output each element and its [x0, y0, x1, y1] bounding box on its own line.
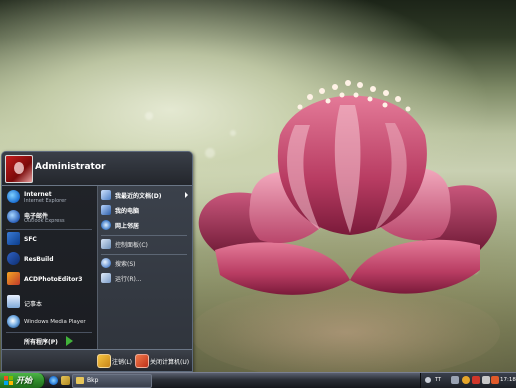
logoff-button[interactable]: 注销(L): [97, 354, 133, 368]
program-subtitle: Outlook Express: [24, 218, 65, 224]
program-item-sfc[interactable]: SFC: [5, 230, 95, 250]
logoff-key-icon: [97, 354, 111, 368]
program-item-email[interactable]: 电子邮件 Outlook Express: [5, 208, 95, 228]
program-label: ResBuild: [24, 256, 54, 263]
shutdown-label: 关闭计算机(U): [150, 359, 190, 366]
tray-app-icon[interactable]: [462, 376, 470, 384]
start-menu-header: Administrator: [2, 152, 192, 186]
show-hidden-icons-button[interactable]: [425, 377, 431, 383]
folder-icon: [76, 377, 84, 384]
place-label: 我的电脑: [115, 208, 140, 215]
language-indicator[interactable]: TT: [435, 377, 441, 383]
control-panel-icon: [101, 239, 111, 249]
place-label: 网上邻居: [115, 223, 140, 230]
taskbar-button-bkp[interactable]: Bkp: [72, 374, 152, 388]
place-label: 我最近的文档(D): [115, 193, 162, 200]
program-item-notepad[interactable]: 记事本: [5, 293, 95, 313]
program-item-media-player[interactable]: Windows Media Player: [5, 313, 95, 333]
program-title: Internet: [24, 191, 52, 198]
taskbar-button-label: Bkp: [87, 377, 99, 384]
outlook-express-icon: [7, 210, 20, 223]
place-label: 搜索(S): [115, 261, 136, 268]
place-control-panel[interactable]: 控制面板(C): [101, 238, 191, 251]
menu-separator: [101, 254, 187, 255]
all-programs-button[interactable]: 所有程序(P): [6, 334, 94, 348]
notepad-icon: [7, 295, 20, 308]
run-icon: [101, 273, 111, 283]
menu-separator: [101, 235, 187, 236]
clock[interactable]: 17:18: [500, 377, 516, 383]
start-menu: Administrator Internet Internet Explorer…: [1, 151, 193, 372]
place-label: 控制面板(C): [115, 242, 148, 249]
username: Administrator: [35, 162, 106, 172]
media-player-icon: [7, 315, 20, 328]
tray-app-icon[interactable]: [472, 376, 480, 384]
logoff-label: 注销(L): [112, 359, 133, 366]
place-recent-documents[interactable]: 我最近的文档(D): [101, 189, 191, 202]
internet-explorer-icon: [7, 190, 20, 203]
tray-app-icon[interactable]: [451, 376, 459, 384]
all-programs-label: 所有程序(P): [24, 339, 58, 346]
arrow-right-icon: [66, 336, 73, 346]
bokeh-light: [145, 112, 153, 120]
program-label: SFC: [24, 236, 37, 243]
taskbar: 开始 Bkp TT 17:18: [0, 372, 516, 388]
start-label: 开始: [16, 376, 32, 385]
place-network[interactable]: 网上邻居: [101, 219, 191, 232]
program-item-internet[interactable]: Internet Internet Explorer: [5, 188, 95, 208]
windows-flag-icon: [4, 376, 13, 385]
my-computer-icon: [101, 205, 111, 215]
start-menu-footer: 注销(L) 关闭计算机(U): [2, 349, 192, 371]
search-icon: [101, 258, 111, 268]
tray-app-icon[interactable]: [491, 376, 499, 384]
lotus-flower-image: [198, 80, 497, 295]
quick-launch-ie-icon[interactable]: [49, 376, 58, 385]
place-search[interactable]: 搜索(S): [101, 257, 191, 270]
sfc-icon: [7, 232, 20, 245]
acdphotoeditor-icon: [7, 272, 20, 285]
menu-separator: [6, 332, 92, 333]
shutdown-button[interactable]: 关闭计算机(U): [135, 354, 191, 368]
tray-app-icon[interactable]: [482, 376, 490, 384]
program-item-resbuild[interactable]: ResBuild: [5, 250, 95, 270]
network-places-icon: [101, 220, 111, 230]
power-icon: [135, 354, 149, 368]
system-tray: TT 17:18: [420, 373, 516, 388]
program-label: 记事本: [24, 301, 43, 308]
place-run[interactable]: 运行(R)...: [101, 272, 191, 285]
program-label: Windows Media Player: [24, 319, 86, 325]
place-label: 运行(R)...: [115, 276, 142, 283]
recent-documents-icon: [101, 190, 111, 200]
start-button[interactable]: 开始: [0, 373, 45, 388]
user-avatar[interactable]: [5, 155, 33, 183]
program-subtitle: Internet Explorer: [24, 198, 67, 204]
quick-launch-folder-icon[interactable]: [61, 376, 70, 385]
resbuild-icon: [7, 252, 20, 265]
place-my-computer[interactable]: 我的电脑: [101, 204, 191, 217]
program-label: ACDPhotoEditor3: [24, 276, 83, 283]
program-item-acdphotoeditor[interactable]: ACDPhotoEditor3: [5, 270, 95, 290]
submenu-arrow-icon: [185, 192, 188, 198]
